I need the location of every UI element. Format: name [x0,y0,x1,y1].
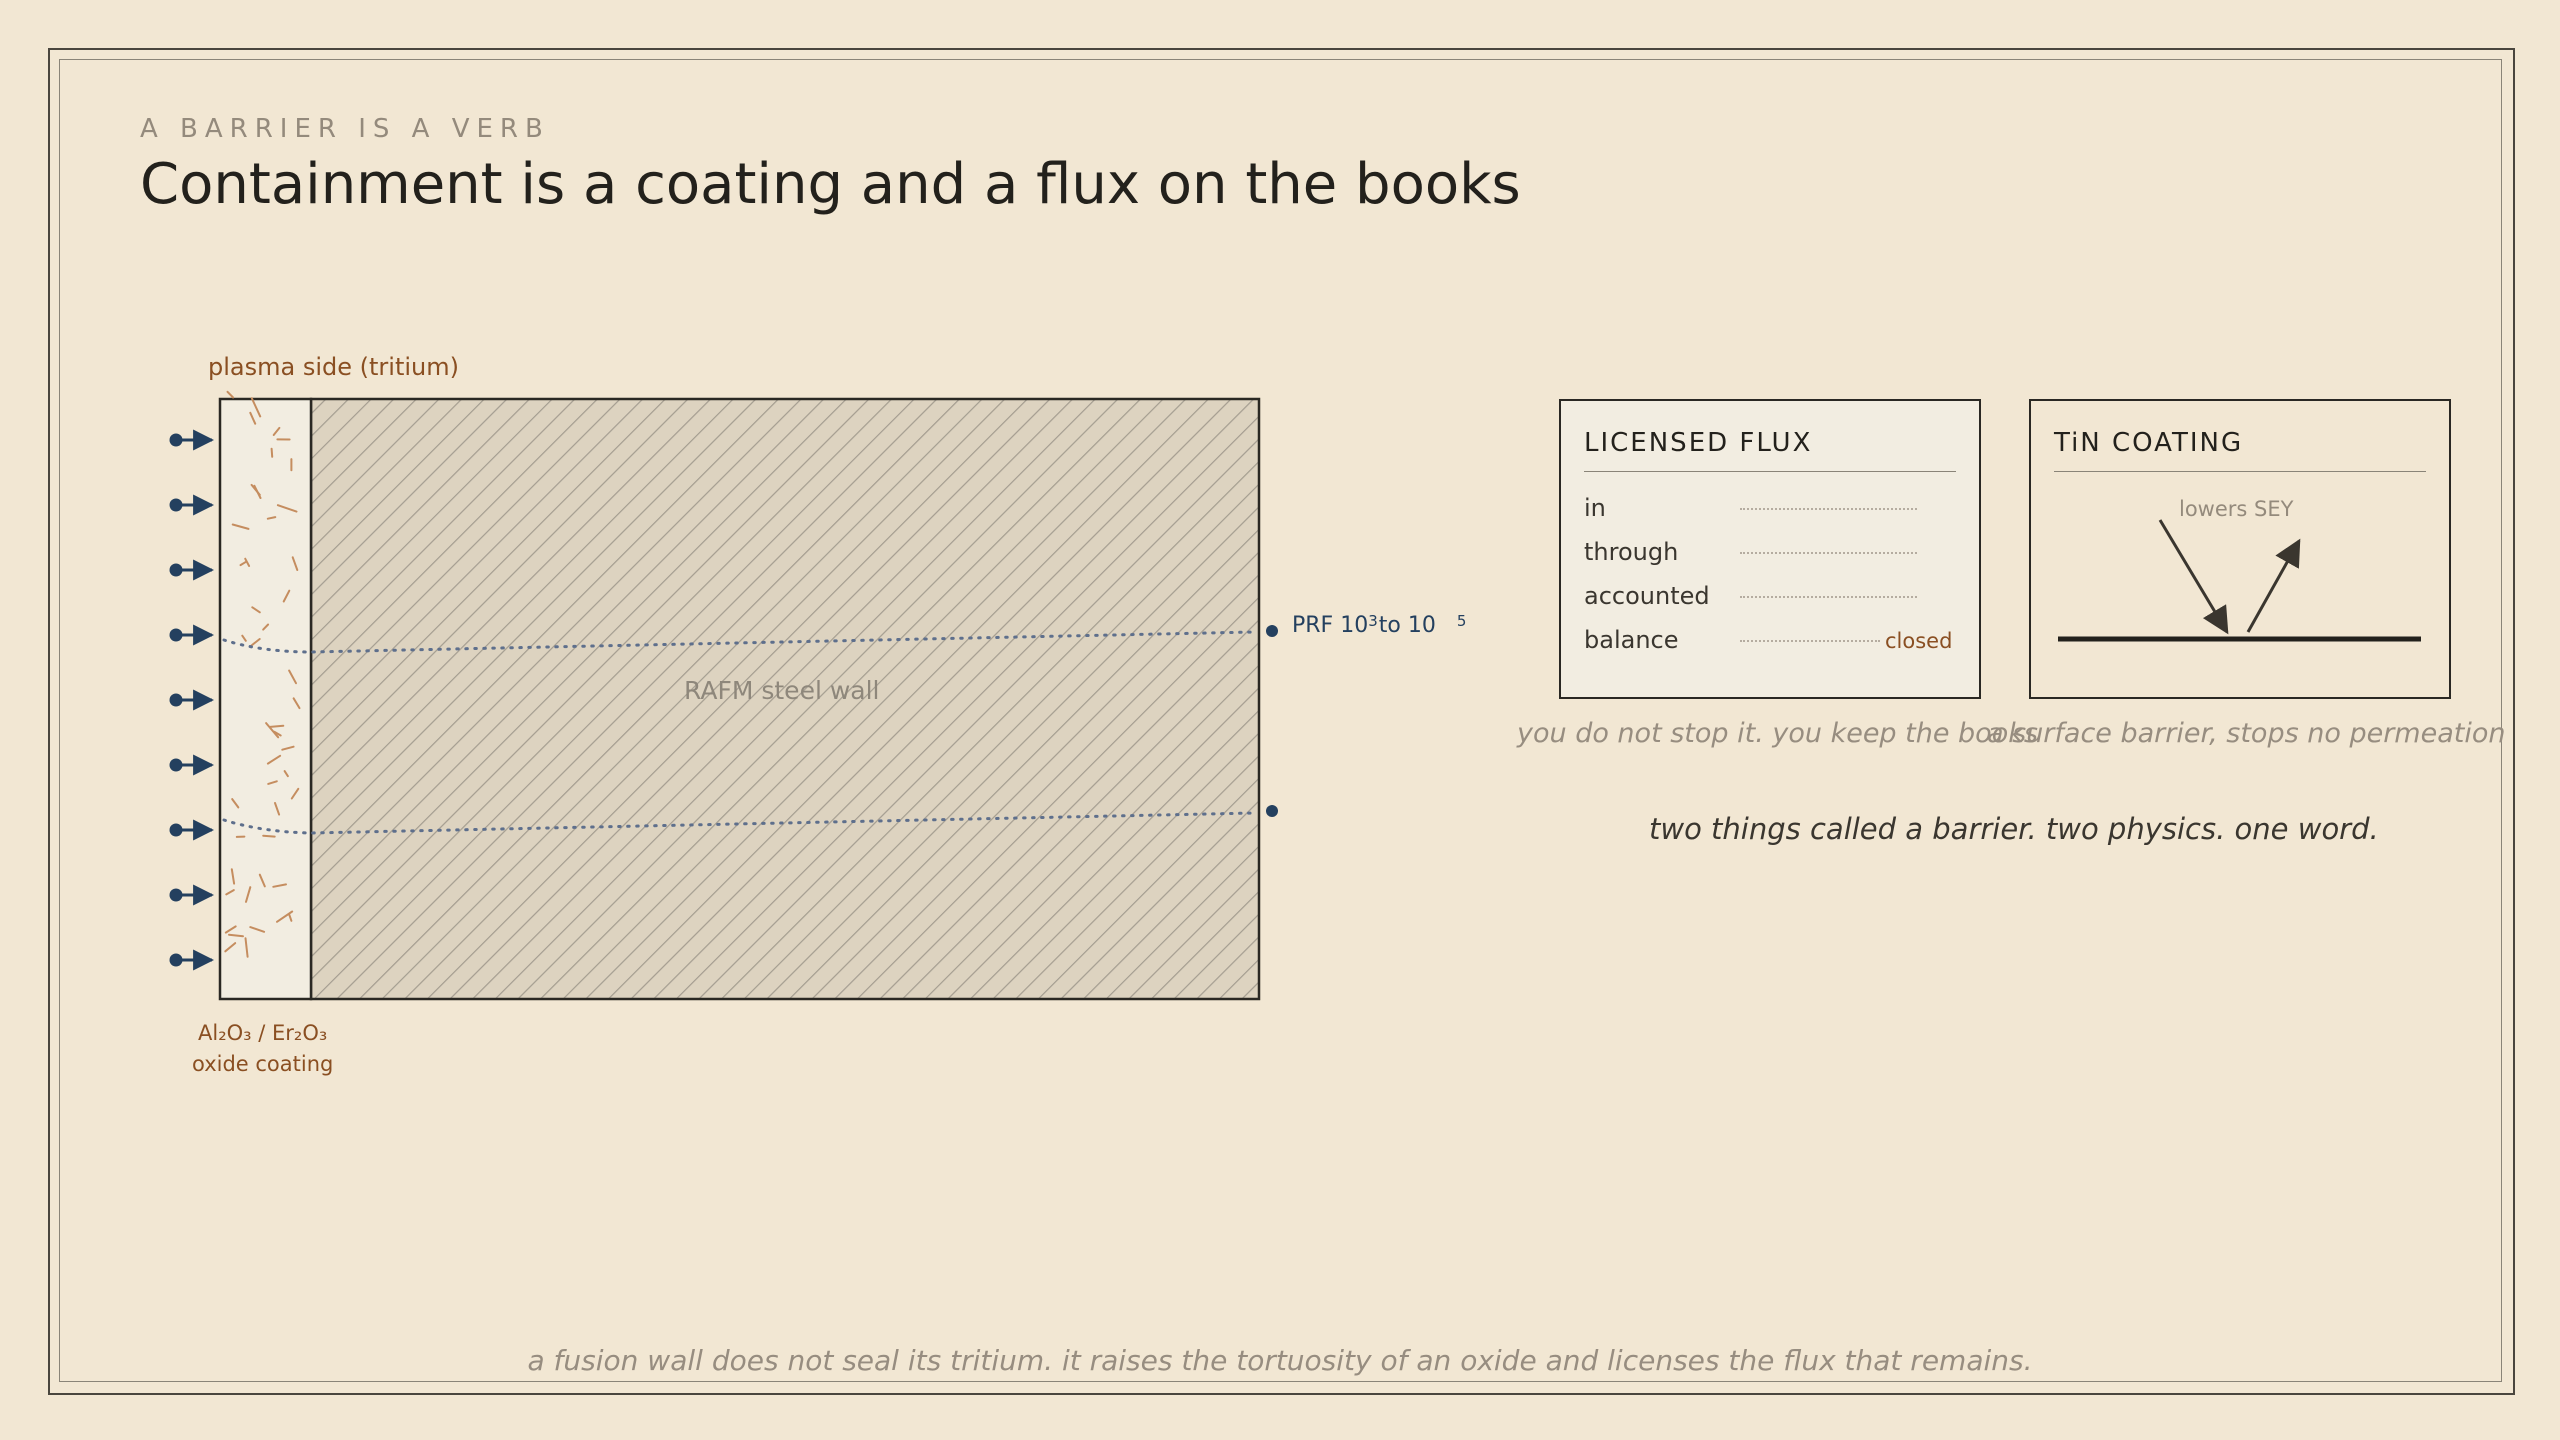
tagline: two things called a barrier. two physics… [1649,812,2379,846]
wall-label: RAFM steel wall [684,676,880,705]
tin-sey-note: lowers SEY [2179,497,2294,521]
prf-label: PRF 103 to 10 5 [1292,612,1466,638]
flux-balance-value: closed [1885,629,1953,653]
footer-note: a fusion wall does not seal its tritium.… [527,1344,2033,1377]
flux-row-leader-in [1740,508,1917,510]
tin-coating-title: TiN COATING [2054,428,2244,458]
panel-divider [2054,471,2426,472]
slide: A BARRIER IS A VERB Containment is a coa… [0,0,2560,1440]
flux-row-label-in: in [1584,494,1606,522]
licensed-flux-panel: LICENSED FLUX in through accounted balan… [1559,399,1981,699]
flux-row-label-accounted: accounted [1584,582,1710,610]
coating-fleck [262,834,276,838]
oxide-coating-layer [218,397,313,1001]
coating-fleck [270,447,274,458]
prf-exponent-low: 3 [1368,612,1378,630]
plasma-side-label: plasma side (tritium) [208,353,459,381]
coating-label-line2: oxide coating [192,1052,334,1076]
coating-label-line1: Al₂O₃ / Er₂O₃ [198,1021,328,1045]
flux-row-leader-accounted [1740,596,1917,598]
permeation-exit-dot-upper [1266,625,1278,637]
coating-fleck [269,724,285,728]
panel-divider [1584,471,1956,472]
flux-row-leader-balance [1740,640,1880,642]
permeation-exit-dot-lower [1266,805,1278,817]
flux-row-leader-through [1740,552,1917,554]
prf-exponent-high: 5 [1456,612,1467,630]
licensed-flux-title: LICENSED FLUX [1584,428,1813,458]
flux-row-label-through: through [1584,538,1679,566]
tin-coating-panel: TiN COATING lowers SEY [2029,399,2451,699]
flux-row-label-balance: balance [1584,626,1679,654]
prf-prefix: PRF 10 [1292,613,1369,638]
licensed-flux-caption: you do not stop it. you keep the books [1517,718,2038,749]
incoming-tritium-arrows [169,429,215,971]
coating-fleck [226,390,235,399]
prf-middle: to 10 [1378,613,1436,638]
tin-coating-caption: a surface barrier, stops no permeation [1987,718,2506,749]
